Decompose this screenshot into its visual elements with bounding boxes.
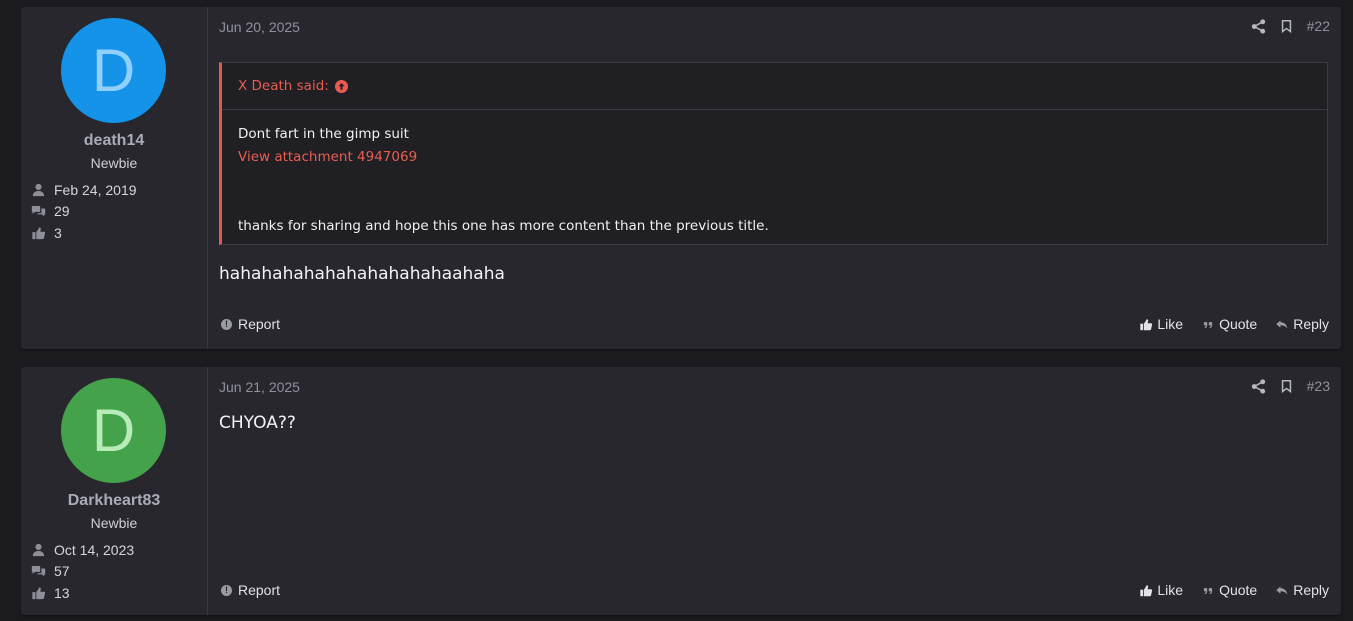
share-icon[interactable] [1251, 18, 1266, 34]
post-22: D death14 Newbie Feb 24, 2019 29 3 Jun 2… [21, 7, 1341, 349]
report-button[interactable]: ! Report [221, 316, 280, 332]
post-actions: Like Quote Reply [1121, 582, 1329, 598]
message-count: 57 [54, 563, 70, 579]
post-date[interactable]: Jun 20, 2025 [219, 19, 300, 35]
user-icon [32, 183, 45, 197]
thumbs-up-icon [32, 227, 46, 240]
username[interactable]: Darkheart83 [21, 492, 207, 510]
quote-author[interactable]: X Death said: [238, 78, 329, 94]
post-23: D Darkheart83 Newbie Oct 14, 2023 57 13 … [21, 367, 1341, 615]
joined-date: Oct 14, 2023 [54, 542, 135, 558]
reply-label: Reply [1293, 316, 1329, 332]
message-count: 29 [54, 203, 70, 219]
quote-icon [1204, 587, 1213, 594]
report-icon: ! [221, 318, 232, 330]
post-header-actions: #22 [1238, 18, 1330, 34]
username[interactable]: death14 [21, 132, 207, 150]
quote-button[interactable]: Quote [1201, 316, 1257, 332]
bookmark-icon[interactable] [1279, 19, 1294, 34]
messages-stat: 57 [31, 562, 70, 580]
avatar-letter: D [91, 37, 136, 104]
avatar[interactable]: D [61, 378, 166, 483]
post-actions: Like Quote Reply [1121, 316, 1329, 332]
reaction-score: 3 [54, 225, 62, 241]
quote-label: Quote [1219, 582, 1258, 598]
user-title: Newbie [90, 155, 138, 171]
thumbs-up-icon [1140, 318, 1153, 330]
joined-date: Feb 24, 2019 [54, 182, 137, 198]
quote-icon [1204, 321, 1213, 328]
report-icon: ! [221, 584, 232, 596]
quote-line: Dont fart in the gimp suit [238, 126, 409, 142]
reply-icon [1276, 585, 1288, 595]
joined-date-stat: Oct 14, 2023 [31, 541, 134, 559]
report-label: Report [238, 316, 281, 332]
post-header-actions: #23 [1238, 378, 1330, 394]
quote-label: Quote [1219, 316, 1258, 332]
attachment-link[interactable]: View attachment 4947069 [238, 146, 1311, 169]
reply-label: Reply [1293, 582, 1329, 598]
post-body: Jun 21, 2025 #23 CHYOA?? ! Report Like Q… [208, 367, 1341, 615]
reply-button[interactable]: Reply [1275, 582, 1329, 598]
reactions-stat: 13 [31, 584, 70, 602]
like-button[interactable]: Like [1139, 582, 1183, 598]
post-body: Jun 20, 2025 #22 X Death said: Dont fart… [208, 7, 1341, 349]
like-label: Like [1157, 316, 1184, 332]
messages-stat: 29 [31, 202, 70, 220]
quote-content: Dont fart in the gimp suit View attachme… [222, 110, 1327, 251]
bookmark-icon[interactable] [1279, 379, 1294, 394]
user-column: D death14 Newbie Feb 24, 2019 29 3 [21, 7, 208, 349]
avatar-letter: D [91, 397, 136, 464]
avatar[interactable]: D [61, 18, 166, 123]
thumbs-up-icon [1140, 584, 1153, 596]
post-date[interactable]: Jun 21, 2025 [219, 379, 300, 395]
user-icon [32, 543, 45, 557]
arrow-up-circle-icon[interactable] [334, 79, 348, 93]
joined-date-stat: Feb 24, 2019 [31, 181, 137, 199]
thumbs-up-icon [32, 587, 46, 600]
like-button[interactable]: Like [1139, 316, 1183, 332]
share-icon[interactable] [1251, 378, 1266, 394]
post-number[interactable]: #23 [1307, 378, 1330, 394]
post-message: CHYOA?? [219, 413, 296, 433]
comments-icon [31, 206, 46, 217]
quote-line: thanks for sharing and hope this one has… [238, 218, 769, 234]
post-number[interactable]: #22 [1307, 18, 1330, 34]
user-title: Newbie [90, 515, 138, 531]
reactions-stat: 3 [31, 224, 62, 242]
reply-button[interactable]: Reply [1275, 316, 1329, 332]
reaction-score: 13 [54, 585, 70, 601]
like-label: Like [1157, 582, 1184, 598]
report-label: Report [238, 582, 281, 598]
quote-button[interactable]: Quote [1201, 582, 1257, 598]
user-column: D Darkheart83 Newbie Oct 14, 2023 57 13 [21, 367, 208, 615]
post-message: hahahahahahahahahahahaahaha [219, 264, 505, 284]
comments-icon [31, 566, 46, 577]
quote-header[interactable]: X Death said: [222, 63, 1327, 110]
quote-block: X Death said: Dont fart in the gimp suit… [219, 62, 1328, 245]
report-button[interactable]: ! Report [221, 582, 280, 598]
reply-icon [1276, 319, 1288, 329]
